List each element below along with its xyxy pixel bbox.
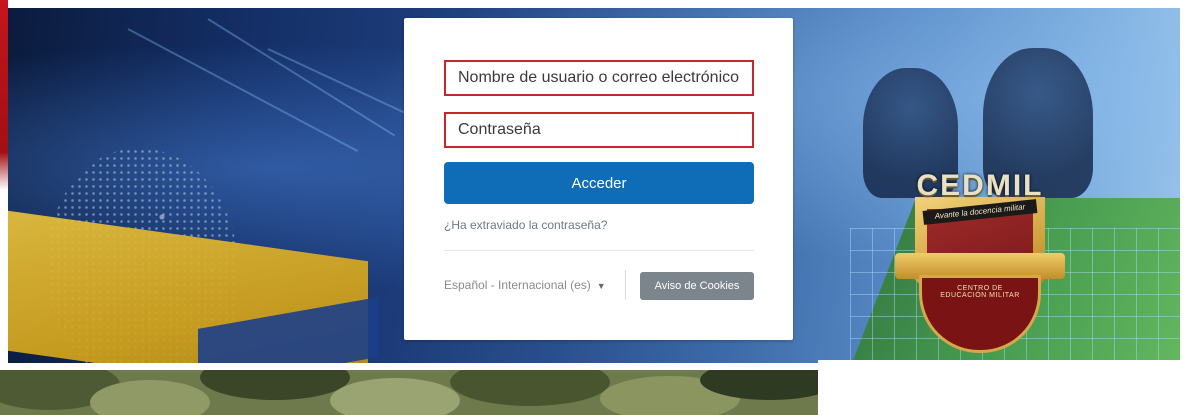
language-selector[interactable]: Español - Internacional (es) ▼ (444, 278, 606, 292)
camo-blob (200, 370, 350, 400)
cedmil-badge-logo: Avante la docencia militar CENTRO DE EDU… (895, 169, 1065, 365)
camo-blob (90, 380, 210, 415)
camouflage-strip (0, 370, 818, 415)
username-input[interactable] (444, 60, 754, 96)
login-button[interactable]: Acceder (444, 162, 754, 204)
camo-blob (450, 370, 610, 406)
blank-panel (818, 360, 1184, 415)
language-label: Español - Internacional (es) (444, 278, 591, 292)
badge-title: CEDMIL (916, 169, 1044, 202)
vertical-divider (625, 270, 626, 300)
cookies-notice-button[interactable]: Aviso de Cookies (640, 272, 754, 300)
login-card: Acceder ¿Ha extraviado la contraseña? Es… (404, 18, 793, 340)
brand-red-edge (0, 0, 8, 190)
light-streak (267, 48, 405, 114)
camo-blob (330, 378, 460, 415)
password-input[interactable] (444, 112, 754, 148)
badge-ring-text: CENTRO DE EDUCACIÓN MILITAR (940, 285, 1020, 299)
light-streak (207, 18, 396, 137)
divider (444, 250, 754, 251)
forgot-password-link[interactable]: ¿Ha extraviado la contraseña? (444, 218, 607, 232)
chevron-down-icon: ▼ (596, 281, 606, 291)
